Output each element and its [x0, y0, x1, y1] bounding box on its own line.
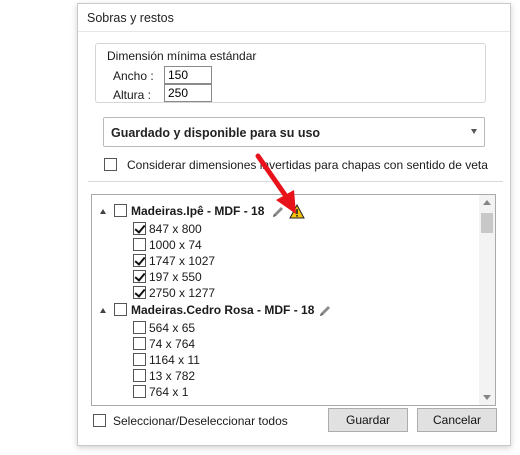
dropdown-arrow-icon — [471, 129, 477, 134]
edit-pencil-icon[interactable] — [318, 304, 332, 318]
item-checkbox[interactable] — [133, 369, 146, 382]
item-checkbox[interactable] — [133, 238, 146, 251]
min-dimension-legend: Dimensión mínima estándar — [105, 49, 259, 63]
item-checkbox[interactable] — [133, 353, 146, 366]
group-label: Madeiras.Ipê - MDF - 18 — [131, 204, 265, 218]
item-label: 1747 x 1027 — [149, 254, 216, 268]
consider-grain-checkbox[interactable] — [104, 158, 117, 171]
dialog-title: Sobras y restos — [87, 11, 174, 25]
item-checkbox[interactable] — [133, 222, 146, 235]
tree-scrollbar[interactable] — [479, 195, 495, 405]
item-checkbox[interactable] — [133, 270, 146, 283]
height-label: Altura : — [113, 88, 152, 102]
select-all-label: Seleccionar/Deseleccionar todos — [113, 414, 288, 428]
storage-select-value: Guardado y disponible para su uso — [111, 126, 321, 140]
save-button[interactable]: Guardar — [328, 408, 408, 432]
storage-select[interactable]: Guardado y disponible para su uso — [103, 117, 485, 147]
item-label: 1164 x 11 — [149, 353, 200, 367]
item-checkbox[interactable] — [133, 254, 146, 267]
item-label: 847 x 800 — [149, 222, 202, 236]
item-label: 564 x 65 — [149, 321, 196, 335]
annotation-arrow — [255, 153, 296, 214]
item-label: 197 x 550 — [149, 270, 202, 284]
item-label: 74 x 764 — [149, 337, 196, 351]
tree-group-row[interactable]: Madeiras.Cedro Rosa - MDF - 18 — [92, 302, 482, 318]
item-label: 2750 x 1277 — [149, 286, 216, 300]
group-checkbox[interactable] — [114, 303, 127, 316]
item-checkbox[interactable] — [133, 321, 146, 334]
width-label: Ancho : — [113, 69, 154, 83]
leftovers-tree[interactable]: Madeiras.Ipê - MDF - 18 847 x 800 1000 x… — [91, 194, 496, 406]
height-field[interactable] — [164, 84, 212, 102]
cancel-button[interactable]: Cancelar — [417, 408, 497, 432]
item-checkbox[interactable] — [133, 385, 146, 398]
item-label: 13 x 782 — [149, 369, 196, 383]
select-all-checkbox[interactable] — [93, 414, 106, 427]
expand-triangle-icon[interactable] — [100, 308, 106, 313]
group-label: Madeiras.Cedro Rosa - MDF - 18 — [131, 303, 315, 317]
scroll-down-icon[interactable] — [483, 395, 491, 400]
title-bar: Sobras y restos — [78, 4, 510, 32]
scroll-thumb[interactable] — [481, 213, 493, 233]
item-checkbox[interactable] — [133, 337, 146, 350]
width-field[interactable] — [164, 66, 212, 84]
item-label: 1000 x 74 — [149, 238, 202, 252]
group-checkbox[interactable] — [114, 204, 127, 217]
expand-triangle-icon[interactable] — [100, 209, 106, 214]
item-label: 764 x 1 — [149, 385, 189, 399]
leftovers-dialog: Sobras y restos Dimensión mínima estánda… — [77, 3, 511, 446]
item-checkbox[interactable] — [133, 286, 146, 299]
scroll-up-icon[interactable] — [483, 200, 491, 205]
